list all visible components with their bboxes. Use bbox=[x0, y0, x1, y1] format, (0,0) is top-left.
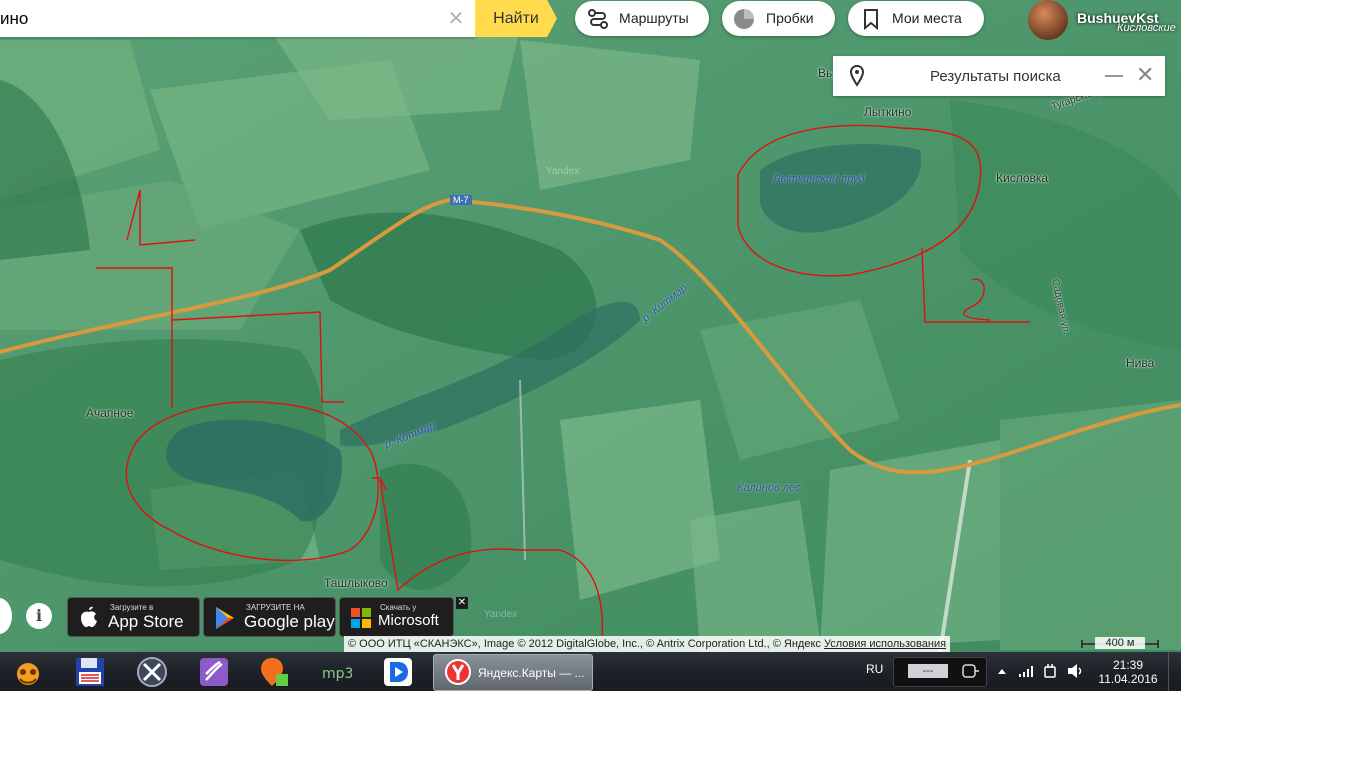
info-icon[interactable]: i bbox=[26, 603, 52, 629]
routes-label: Маршруты bbox=[619, 10, 689, 26]
microsoft-small: Скачать у bbox=[380, 603, 417, 612]
label-kalinov-les: Калинов лес bbox=[737, 482, 801, 494]
tray-plug-icon bbox=[962, 664, 979, 678]
taskbar-active-window[interactable]: Яндекс.Карты — ... bbox=[433, 654, 593, 691]
microsoft-icon bbox=[351, 608, 371, 628]
taskbar: mp3 Яндекс.Карты — ... RU --- 21:39 11.0… bbox=[0, 652, 1181, 691]
label-kislovka: Кисловка bbox=[996, 171, 1049, 185]
scale-label: 400 м bbox=[1095, 637, 1145, 649]
user-subtitle: Кисловские bbox=[1117, 22, 1176, 34]
watermark-2: Yandex bbox=[484, 609, 518, 620]
close-icon[interactable]: ✕ bbox=[1136, 64, 1154, 86]
media-app-icon[interactable] bbox=[12, 656, 44, 688]
player-app-icon[interactable] bbox=[382, 656, 414, 688]
mp3-app-icon[interactable]: mp3 bbox=[320, 656, 352, 688]
screen: Лыткино Лыткинский пруд Кисловка Тугарск… bbox=[0, 0, 1181, 691]
map-pin-app-icon[interactable] bbox=[258, 656, 290, 688]
app-store-small: Загрузите в bbox=[110, 603, 154, 612]
clock-date: 11.04.2016 bbox=[1098, 672, 1158, 686]
label-tashlykovo: Ташлыково bbox=[324, 576, 388, 590]
my-places-label: Мои места bbox=[892, 10, 962, 26]
app-store-badge[interactable]: Загрузите в App Store bbox=[67, 597, 200, 637]
tray-widget-value: --- bbox=[908, 664, 948, 678]
yandex-browser-icon bbox=[445, 659, 471, 685]
clock-time: 21:39 bbox=[1112, 658, 1144, 672]
google-play-small: ЗАГРУЗИТЕ НА bbox=[246, 603, 305, 612]
traffic-label: Пробки bbox=[766, 10, 814, 26]
volume-icon[interactable] bbox=[1066, 663, 1084, 679]
terms-link[interactable]: Условия использования bbox=[824, 638, 946, 650]
signal-icon[interactable] bbox=[1018, 664, 1036, 678]
satellite-imagery bbox=[0, 0, 1181, 652]
svg-text:mp3: mp3 bbox=[322, 666, 352, 682]
clock[interactable]: 21:39 11.04.2016 bbox=[1098, 658, 1158, 686]
taskbar-active-label: Яндекс.Карты — ... bbox=[478, 666, 585, 680]
settings-app-icon[interactable] bbox=[136, 656, 168, 688]
avatar[interactable] bbox=[1028, 0, 1068, 40]
find-button[interactable]: Найти bbox=[475, 0, 557, 37]
microsoft-badge[interactable]: Скачать у Microsoft bbox=[339, 597, 454, 637]
viewer-app-icon[interactable] bbox=[198, 656, 230, 688]
microsoft-big: Microsoft bbox=[378, 612, 439, 629]
google-play-big: Google play bbox=[244, 612, 335, 631]
language-indicator[interactable]: RU bbox=[866, 662, 883, 676]
minimize-icon[interactable] bbox=[1105, 75, 1123, 77]
close-badges-icon[interactable]: ✕ bbox=[456, 597, 468, 609]
highway-shield: М-7 bbox=[450, 195, 472, 205]
save-disk-icon[interactable] bbox=[74, 656, 106, 688]
map-view[interactable]: Лыткино Лыткинский пруд Кисловка Тугарск… bbox=[0, 0, 1181, 652]
power-icon[interactable] bbox=[1042, 663, 1058, 679]
bookmark-icon bbox=[864, 9, 878, 30]
traffic-icon bbox=[734, 9, 754, 29]
label-lytkino: Лыткино bbox=[864, 105, 912, 119]
app-store-big: App Store bbox=[108, 612, 184, 631]
label-lytkino-pond: Лыткинский пруд bbox=[773, 173, 865, 185]
my-places-button[interactable]: Мои места bbox=[848, 1, 984, 36]
search-input[interactable] bbox=[0, 0, 440, 37]
routes-icon bbox=[588, 9, 608, 29]
show-desktop-button[interactable] bbox=[1168, 652, 1181, 691]
tray-widget[interactable]: --- bbox=[893, 657, 987, 687]
label-achapnoe: Ачапное bbox=[86, 406, 134, 420]
copyright-text: © ООО ИТЦ «СКАНЭКС», Image © 2012 Digita… bbox=[348, 638, 821, 650]
traffic-button[interactable]: Пробки bbox=[722, 1, 835, 36]
copyright: © ООО ИТЦ «СКАНЭКС», Image © 2012 Digita… bbox=[344, 636, 951, 652]
pin-icon bbox=[849, 65, 865, 87]
watermark-1: Yandex bbox=[546, 166, 580, 177]
results-title: Результаты поиска bbox=[930, 68, 1061, 85]
google-play-badge[interactable]: ЗАГРУЗИТЕ НА Google play bbox=[203, 597, 336, 637]
search-bar: ✕ bbox=[0, 0, 475, 37]
label-niva: Нива bbox=[1126, 356, 1155, 370]
show-hidden-icons-icon[interactable] bbox=[996, 666, 1008, 676]
search-results-panel[interactable]: Результаты поиска ✕ bbox=[833, 56, 1165, 96]
play-icon bbox=[216, 607, 234, 629]
apple-icon bbox=[81, 606, 97, 627]
routes-button[interactable]: Маршруты bbox=[575, 1, 709, 36]
clear-search-icon[interactable]: ✕ bbox=[446, 9, 466, 29]
